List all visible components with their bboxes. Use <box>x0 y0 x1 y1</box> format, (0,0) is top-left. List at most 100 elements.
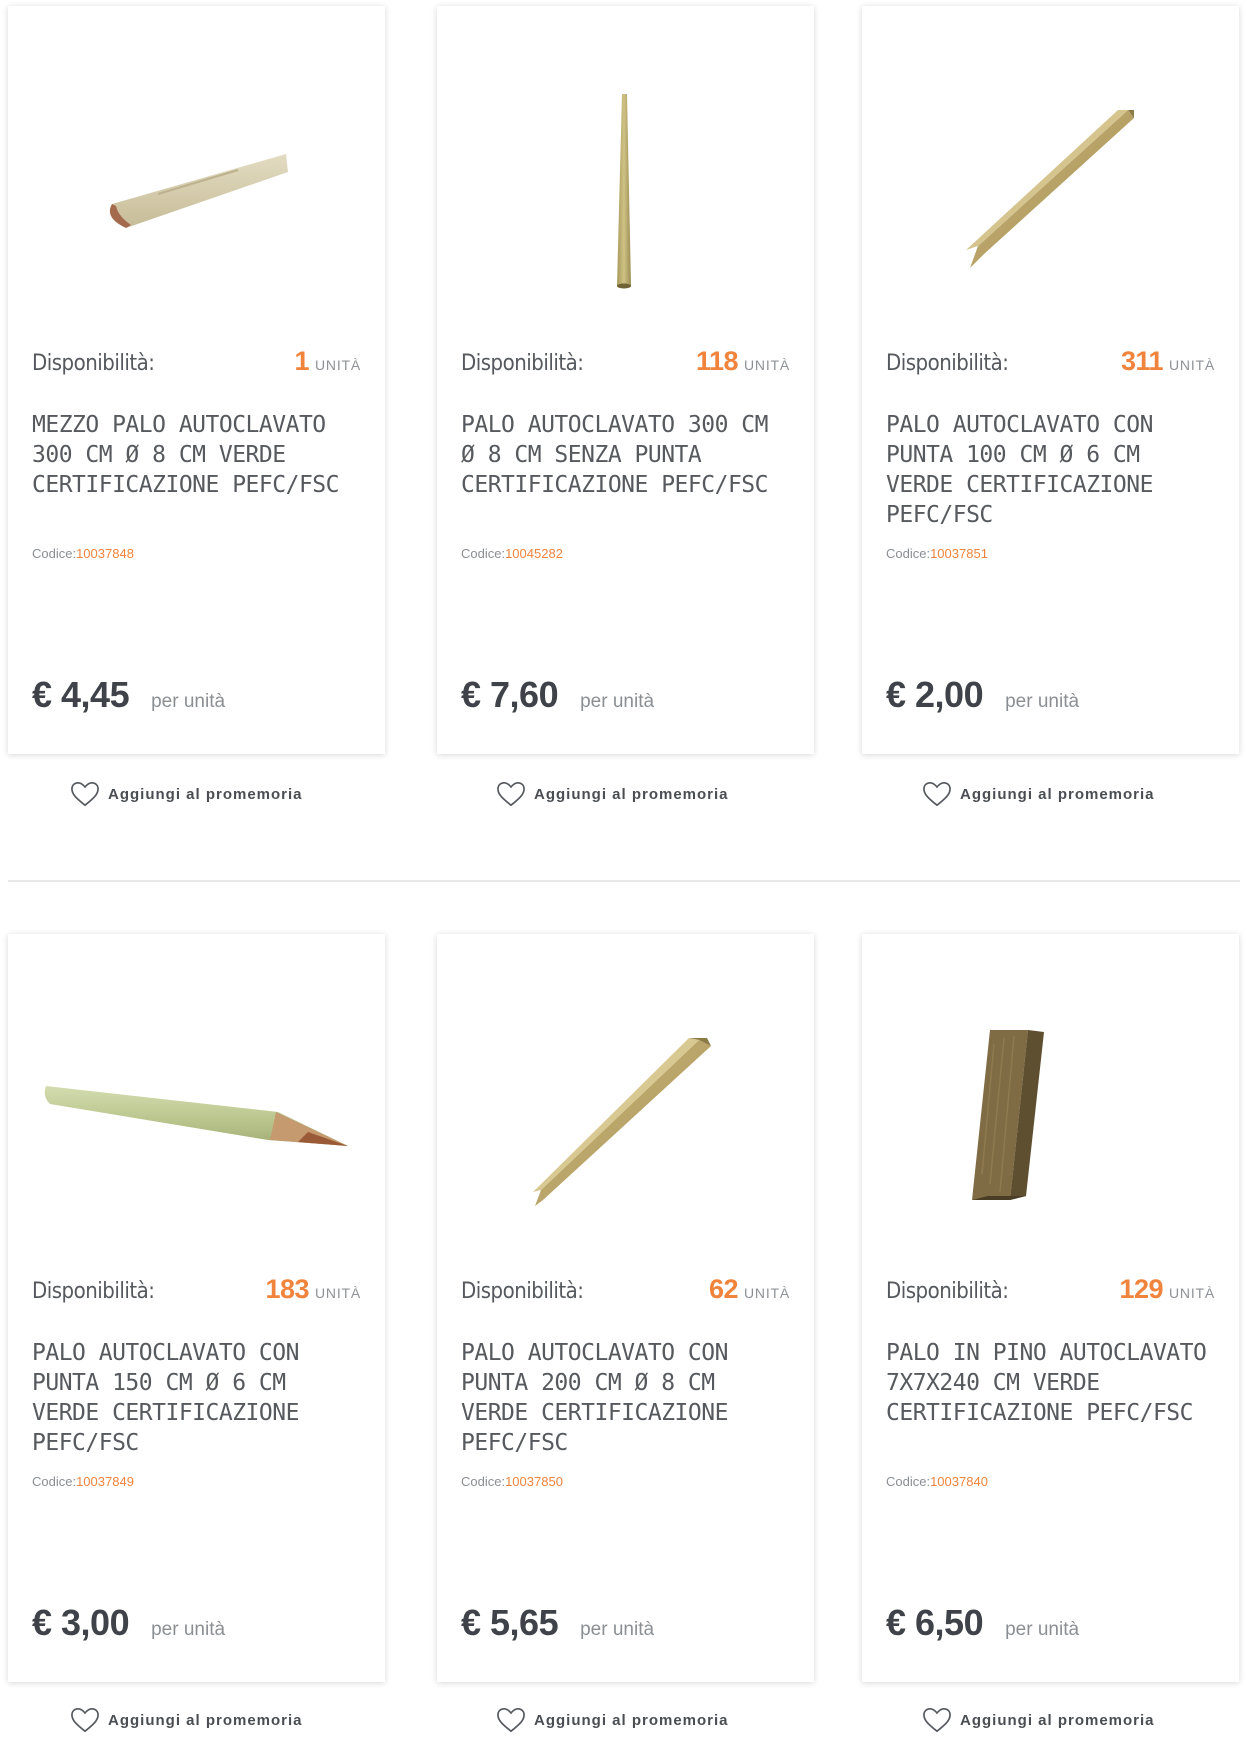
add-to-wishlist-button[interactable]: Aggiungi al promemoria <box>922 780 1155 808</box>
product-title[interactable]: PALO IN PINO AUTOCLAVATO 7X7X240 CM VERD… <box>886 1338 1219 1428</box>
heart-icon <box>71 1707 99 1733</box>
product-code: Codice:10037850 <box>461 1474 563 1489</box>
code-value: 10037851 <box>930 546 988 561</box>
wishlist-label: Aggiungi al promemoria <box>960 785 1155 803</box>
wishlist-label: Aggiungi al promemoria <box>960 1711 1155 1729</box>
product-code: Codice:10037840 <box>886 1474 988 1489</box>
row-divider <box>8 880 1240 882</box>
wishlist-label: Aggiungi al promemoria <box>108 785 303 803</box>
product-price: € 7,60 <box>461 674 559 715</box>
price-unit: per unità <box>151 1619 226 1640</box>
availability-label: Disponibilità: <box>886 351 1009 376</box>
availability-unit: UNITÀ <box>315 357 361 373</box>
add-to-wishlist-button[interactable]: Aggiungi al promemoria <box>70 1706 303 1734</box>
product-title[interactable]: PALO AUTOCLAVATO CON PUNTA 100 CM Ø 6 CM… <box>886 410 1219 530</box>
availability-unit: UNITÀ <box>744 1285 790 1301</box>
product-image[interactable] <box>862 934 1239 1234</box>
product-card[interactable]: Disponibilità: 129 UNITÀ PALO IN PINO AU… <box>862 934 1239 1682</box>
product-price: € 4,45 <box>32 674 130 715</box>
availability-row: Disponibilità: 129 UNITÀ <box>886 1274 1215 1305</box>
availability-label: Disponibilità: <box>886 1279 1009 1304</box>
wishlist-label: Aggiungi al promemoria <box>534 1711 729 1729</box>
product-title[interactable]: PALO AUTOCLAVATO 300 CM Ø 8 CM SENZA PUN… <box>461 410 794 500</box>
code-label: Codice: <box>461 546 506 561</box>
heart-icon <box>923 781 951 807</box>
product-code: Codice:10037851 <box>886 546 988 561</box>
add-to-wishlist-button[interactable]: Aggiungi al promemoria <box>496 1706 729 1734</box>
price-unit: per unità <box>1005 691 1080 712</box>
code-value: 10037850 <box>505 1474 563 1489</box>
product-card[interactable]: Disponibilità: 118 UNITÀ PALO AUTOCLAVAT… <box>437 6 814 754</box>
availability-count: 1 <box>294 346 309 376</box>
availability-unit: UNITÀ <box>1169 1285 1215 1301</box>
code-value: 10045282 <box>505 546 563 561</box>
product-image[interactable] <box>437 934 814 1234</box>
availability-count: 129 <box>1119 1274 1163 1304</box>
product-title[interactable]: PALO AUTOCLAVATO CON PUNTA 150 CM Ø 6 CM… <box>32 1338 365 1458</box>
availability-label: Disponibilità: <box>461 351 584 376</box>
product-title[interactable]: PALO AUTOCLAVATO CON PUNTA 200 CM Ø 8 CM… <box>461 1338 794 1458</box>
price-unit: per unità <box>1005 1619 1080 1640</box>
horizontal-pointed-pole-image <box>44 1086 349 1146</box>
availability-row: Disponibilità: 1 UNITÀ <box>32 346 361 377</box>
heart-icon <box>497 781 525 807</box>
price-unit: per unità <box>151 691 226 712</box>
product-image[interactable] <box>862 6 1239 306</box>
product-code: Codice:10045282 <box>461 546 563 561</box>
product-code: Codice:10037848 <box>32 546 134 561</box>
availability-row: Disponibilità: 62 UNITÀ <box>461 1274 790 1305</box>
heart-icon <box>497 1707 525 1733</box>
wishlist-label: Aggiungi al promemoria <box>534 785 729 803</box>
availability-count: 62 <box>708 1274 739 1304</box>
add-to-wishlist-button[interactable]: Aggiungi al promemoria <box>70 780 303 808</box>
availability-row: Disponibilità: 311 UNITÀ <box>886 346 1215 377</box>
pointed-stake-image <box>966 110 1134 268</box>
product-image[interactable] <box>8 934 385 1234</box>
product-card[interactable]: Disponibilità: 183 UNITÀ PALO AUTOCLAVAT… <box>8 934 385 1682</box>
product-price: € 6,50 <box>886 1602 984 1643</box>
availability-unit: UNITÀ <box>1169 357 1215 373</box>
heart-icon <box>923 1707 951 1733</box>
price-row: € 2,00 per unità <box>886 674 1079 716</box>
availability-label: Disponibilità: <box>32 351 155 376</box>
product-card[interactable]: Disponibilità: 1 UNITÀ MEZZO PALO AUTOCL… <box>8 6 385 754</box>
code-label: Codice: <box>886 1474 931 1489</box>
price-unit: per unità <box>580 1619 655 1640</box>
half-pole-image <box>109 154 288 228</box>
code-label: Codice: <box>886 546 931 561</box>
availability-unit: UNITÀ <box>315 1285 361 1301</box>
availability-count: 311 <box>1120 346 1164 376</box>
product-code: Codice:10037849 <box>32 1474 134 1489</box>
product-title[interactable]: MEZZO PALO AUTOCLAVATO 300 CM Ø 8 CM VER… <box>32 410 365 500</box>
wishlist-label: Aggiungi al promemoria <box>108 1711 303 1729</box>
code-label: Codice: <box>32 1474 77 1489</box>
code-value: 10037840 <box>930 1474 988 1489</box>
price-unit: per unità <box>580 691 655 712</box>
product-price: € 3,00 <box>32 1602 130 1643</box>
add-to-wishlist-button[interactable]: Aggiungi al promemoria <box>922 1706 1155 1734</box>
product-image[interactable] <box>437 6 814 306</box>
availability-count: 183 <box>265 1274 309 1304</box>
price-row: € 6,50 per unità <box>886 1602 1079 1644</box>
availability-label: Disponibilità: <box>32 1279 155 1304</box>
price-row: € 3,00 per unità <box>32 1602 225 1644</box>
price-row: € 4,45 per unità <box>32 674 225 716</box>
code-value: 10037849 <box>76 1474 134 1489</box>
product-price: € 2,00 <box>886 674 984 715</box>
code-label: Codice: <box>461 1474 506 1489</box>
product-card[interactable]: Disponibilità: 62 UNITÀ PALO AUTOCLAVATO… <box>437 934 814 1682</box>
product-image[interactable] <box>8 6 385 306</box>
product-card[interactable]: Disponibilità: 311 UNITÀ PALO AUTOCLAVAT… <box>862 6 1239 754</box>
availability-unit: UNITÀ <box>744 357 790 373</box>
price-row: € 5,65 per unità <box>461 1602 654 1644</box>
availability-label: Disponibilità: <box>461 1279 584 1304</box>
vertical-pole-image <box>617 94 631 289</box>
product-price: € 5,65 <box>461 1602 559 1643</box>
code-value: 10037848 <box>76 546 134 561</box>
availability-count: 118 <box>695 346 739 376</box>
square-post-image <box>972 1030 1044 1200</box>
code-label: Codice: <box>32 546 77 561</box>
pointed-stake-image <box>533 1038 711 1206</box>
availability-row: Disponibilità: 183 UNITÀ <box>32 1274 361 1305</box>
add-to-wishlist-button[interactable]: Aggiungi al promemoria <box>496 780 729 808</box>
